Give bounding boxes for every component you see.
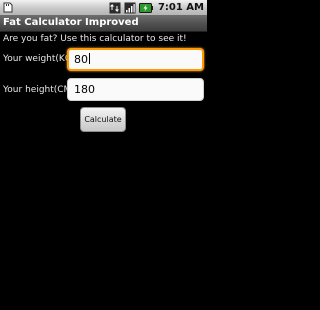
height-label: Your height(CM) xyxy=(3,85,75,95)
app-screen: 7:01 AM Fat Calculator Improved Are you … xyxy=(0,0,207,310)
battery-charging-icon xyxy=(138,2,153,13)
intro-text: Are you fat? Use this calculator to see … xyxy=(3,34,187,44)
calculate-button[interactable]: Calculate xyxy=(80,107,126,132)
sd-card-icon xyxy=(3,2,13,13)
text-cursor xyxy=(89,53,90,64)
app-title: Fat Calculator Improved xyxy=(3,17,139,28)
height-value: 180 xyxy=(74,83,95,96)
signal-icon xyxy=(124,2,136,13)
status-clock: 7:01 AM xyxy=(157,2,204,13)
status-bar: 7:01 AM xyxy=(0,0,207,15)
weight-input[interactable]: 80 xyxy=(67,48,204,71)
height-input[interactable]: 180 xyxy=(67,78,204,101)
weight-value: 80 xyxy=(74,53,88,66)
network-data-icon xyxy=(109,2,121,13)
status-icons: 7:01 AM xyxy=(109,0,204,15)
weight-label: Your weight(KG) xyxy=(3,54,76,64)
title-bar: Fat Calculator Improved xyxy=(0,15,207,32)
